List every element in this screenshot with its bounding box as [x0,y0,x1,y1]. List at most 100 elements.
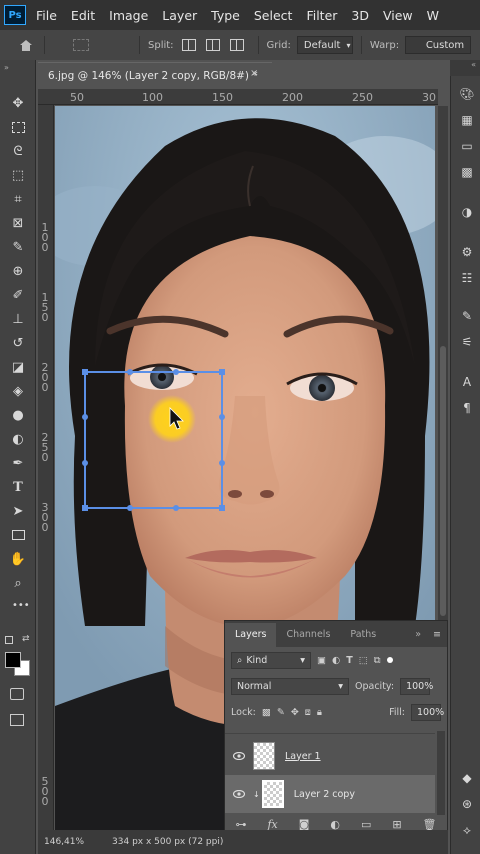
frame-icon[interactable]: ⊠ [9,214,27,232]
rectangle-icon[interactable] [9,526,27,544]
layers-scrollbar[interactable] [437,731,445,815]
panel-menu-icon[interactable]: ≡ [427,629,447,647]
path-select-icon[interactable]: ➤ [9,502,27,520]
hand-icon[interactable]: ✋ [9,550,27,568]
eraser-icon[interactable]: ◪ [9,358,27,376]
layer-name[interactable]: Layer 1 [285,751,321,762]
brush-icon[interactable]: ✐ [9,286,27,304]
color-icon[interactable]: 🎨︎ [459,86,475,102]
link-layers-icon[interactable]: ⊶ [235,818,246,831]
vertical-ruler[interactable]: 1 0 0 1 5 0 2 0 0 2 5 0 3 0 0 5 0 0 [38,105,54,830]
channels-icon[interactable]: ⊛ [459,796,475,812]
filter-kind-select[interactable]: ⌕ Kind ▾ [231,651,311,669]
menu-layer[interactable]: Layer [162,8,197,23]
swatches-icon[interactable]: ▦ [459,112,475,128]
filter-adjustment-icon[interactable]: ◐ [332,655,340,666]
split-center-icon[interactable] [205,39,220,51]
menu-select[interactable]: Select [254,8,293,23]
eye-icon[interactable] [225,790,253,798]
properties-icon[interactable]: ⚙ [459,244,475,260]
tab-layers[interactable]: Layers [225,623,277,647]
document-tab[interactable]: 6.jpg @ 146% (Layer 2 copy, RGB/8#) * [38,62,272,88]
clone-stamp-icon[interactable]: ⊥ [9,310,27,328]
brushes-icon[interactable]: ✎ [459,308,475,324]
filter-shape-icon[interactable]: ⬚ [359,655,368,666]
lock-artboard-icon[interactable]: ⧈ [305,707,311,718]
new-adjustment-layer-icon[interactable]: ◐ [330,818,340,831]
dodge-icon[interactable]: ◐ [9,430,27,448]
panel-collapse-icon[interactable]: » [409,629,427,647]
grid-select[interactable]: Default ▾ [296,36,353,54]
foreground-color-swatch[interactable] [5,652,21,668]
menu-filter[interactable]: Filter [306,8,337,23]
screen-mode-icon[interactable] [10,714,24,726]
paragraph-icon[interactable]: ¶ [459,400,475,416]
lock-position-icon[interactable]: ✥ [291,707,299,718]
new-layer-icon[interactable]: ⊞ [392,818,401,831]
new-group-icon[interactable]: ▭ [361,818,371,831]
type-icon[interactable]: T [9,478,27,496]
filter-toggle-icon[interactable] [386,657,393,663]
split-horizontal-icon[interactable] [229,39,244,51]
zoom-level[interactable]: 146,41% [44,837,84,847]
menu-image[interactable]: Image [109,8,148,23]
filter-smart-object-icon[interactable]: ⧉ [374,655,381,666]
tab-channels[interactable]: Channels [276,629,340,647]
zoom-icon[interactable]: ⌕ [9,574,27,592]
paint-bucket-icon[interactable]: ◈ [9,382,27,400]
character-icon[interactable]: A [459,374,475,390]
blur-icon[interactable]: ● [9,406,27,424]
quick-mask-icon[interactable] [10,688,24,700]
scroll-thumb[interactable] [440,346,446,616]
menu-window[interactable]: W [427,8,439,23]
horizontal-ruler[interactable]: 50 100 150 200 250 30 [38,89,438,105]
home-button[interactable] [16,35,36,55]
pen-icon[interactable]: ✒ [9,454,27,472]
add-mask-icon[interactable]: ◙ [299,818,310,831]
quick-select-icon[interactable]: ⬚ [9,166,27,184]
adjustments-icon[interactable]: ◑ [459,204,475,220]
lasso-icon[interactable]: ᘓ [9,142,27,160]
blend-mode-select[interactable]: Normal ▾ [231,677,349,695]
layers-icon[interactable]: ◆ [459,770,475,786]
close-document-icon[interactable]: × [250,68,258,79]
split-vertical-icon[interactable] [181,39,196,51]
patterns-icon[interactable]: ▩ [459,164,475,180]
fill-input[interactable]: 100% [411,703,444,721]
lock-image-icon[interactable]: ✎ [277,707,285,718]
layer-style-icon[interactable]: fx [267,818,277,831]
more-tools-icon[interactable]: ••• [12,600,30,611]
menu-view[interactable]: View [383,8,413,23]
default-colors-icon[interactable] [5,636,13,644]
libraries-icon[interactable]: ☷ [459,270,475,286]
warp-select[interactable]: Custom [405,36,472,54]
marquee-icon[interactable] [9,118,27,136]
menu-3d[interactable]: 3D [351,8,369,23]
collapse-dock-icon[interactable]: « [450,60,480,76]
layer-row[interactable]: Layer 1 [225,737,435,775]
collapse-panel-icon[interactable]: » [4,63,9,72]
layer-row-selected[interactable]: ↓ Layer 2 copy [225,775,435,813]
gradients-icon[interactable]: ▭ [459,138,475,154]
tab-paths[interactable]: Paths [340,629,386,647]
delete-layer-icon[interactable]: 🗑︎ [423,818,437,831]
eye-icon[interactable] [225,752,253,760]
lock-all-icon[interactable]: 🔒︎ [317,707,322,718]
filter-type-icon[interactable]: T [346,655,352,666]
brush-settings-icon[interactable]: ⚟ [459,334,475,350]
opacity-input[interactable]: 100% [400,677,433,695]
layer-name[interactable]: Layer 2 copy [294,789,355,800]
menu-type[interactable]: Type [211,8,240,23]
crop-icon[interactable]: ⌗ [9,190,27,208]
paths-icon[interactable]: ⟡ [459,822,475,838]
swap-colors-icon[interactable]: ⇄ [22,634,30,644]
eyedropper-icon[interactable]: ✎ [9,238,27,256]
healing-brush-icon[interactable]: ⊕ [9,262,27,280]
menu-edit[interactable]: Edit [71,8,95,23]
lock-transparent-icon[interactable]: ▩ [262,707,271,718]
move-icon[interactable]: ✥ [9,94,27,112]
filter-pixel-icon[interactable]: ▣ [317,655,326,666]
tool-preset-icon[interactable] [73,39,89,51]
history-brush-icon[interactable]: ↺ [9,334,27,352]
menu-file[interactable]: File [36,8,57,23]
